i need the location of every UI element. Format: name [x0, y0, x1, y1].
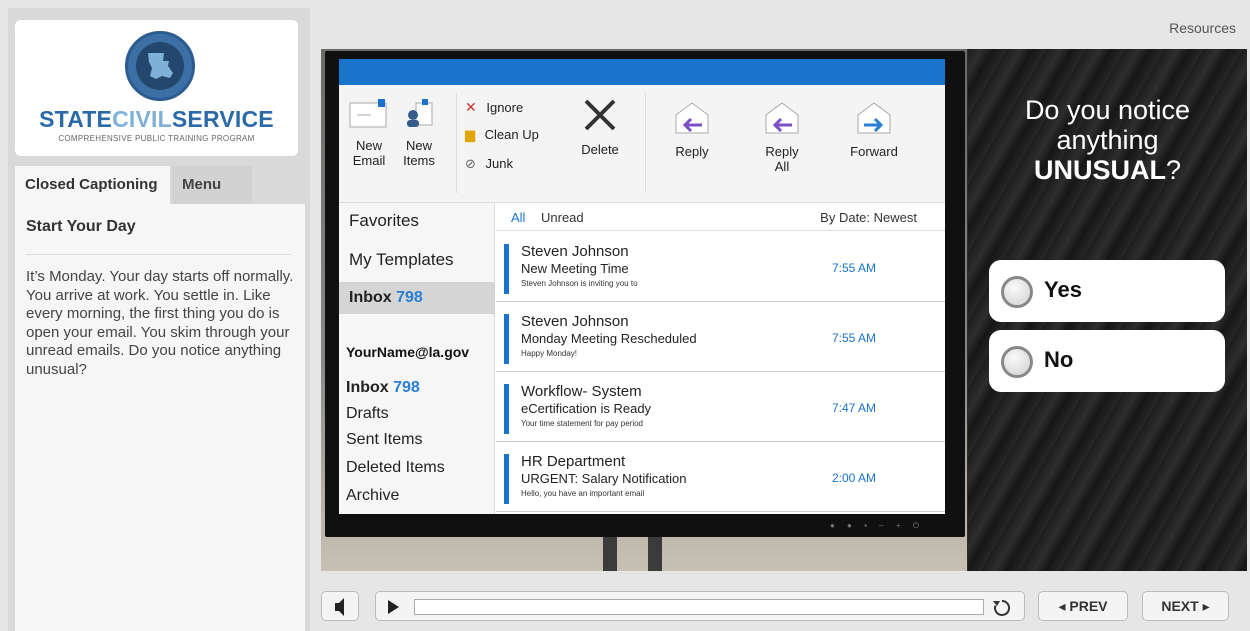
message-item[interactable]: HR Department URGENT: Salary Notificatio… [496, 442, 945, 512]
new-items-button[interactable]: New Items [401, 99, 437, 168]
folder-pane: Favorites My Templates Inbox 798 YourNam… [339, 203, 495, 514]
replay-icon[interactable] [991, 597, 1013, 619]
nav-drafts[interactable]: Drafts [346, 405, 389, 423]
message-item[interactable]: Workflow- System eCertification is Ready… [496, 372, 945, 442]
nav-inbox[interactable]: Inbox 798 [346, 379, 420, 397]
unread-marker [504, 454, 509, 504]
unread-marker [504, 384, 509, 434]
message-item[interactable]: Steven Johnson Monday Meeting Reschedule… [496, 302, 945, 372]
unread-marker [504, 244, 509, 294]
cc-title: Start Your Day [26, 218, 136, 235]
logo-subtitle: COMPREHENSIVE PUBLIC TRAINING PROGRAM [58, 134, 255, 143]
new-email-icon [349, 99, 387, 128]
message-filters: All Unread By Date: Newest [496, 203, 945, 231]
ignore-button[interactable]: ✕ Ignore [465, 99, 523, 116]
nav-favorites[interactable]: Favorites [349, 211, 419, 231]
player-controls: ◂ PREV NEXT ▸ [321, 588, 1247, 624]
monitor-stand [603, 535, 617, 571]
ignore-icon: ✕ [465, 99, 477, 115]
louisiana-seal-icon [125, 31, 195, 101]
new-email-button[interactable]: New Email [347, 99, 391, 168]
reply-all-icon [765, 102, 799, 134]
tab-menu[interactable]: Menu [172, 166, 252, 204]
monitor-buttons: ● ● ▪ ‒ + ⏻ [830, 521, 925, 530]
slide: ● ● ▪ ‒ + ⏻ New Email New Items ✕ Ignore [321, 49, 1247, 571]
account-name: YourName@la.gov [346, 344, 470, 360]
play-icon[interactable] [384, 598, 402, 616]
clean-up-icon: ▆ [465, 127, 475, 142]
volume-button[interactable] [321, 591, 359, 621]
reply-all-button[interactable]: Reply All [755, 99, 809, 174]
email-ribbon: New Email New Items ✕ Ignore ▆ Clean Up [339, 85, 945, 203]
progress-bar[interactable] [414, 599, 984, 615]
nav-archive[interactable]: Archive [346, 487, 399, 505]
nav-my-templates[interactable]: My Templates [349, 250, 454, 270]
ribbon-separator [456, 93, 457, 193]
logo: STATECIVILSERVICE COMPREHENSIVE PUBLIC T… [15, 20, 298, 156]
delete-icon [584, 99, 616, 131]
radio-button[interactable] [1001, 346, 1033, 378]
reply-button[interactable]: Reply [665, 99, 719, 159]
question-text: Do you notice anything UNUSUAL? [1024, 95, 1191, 185]
logo-title: STATECIVILSERVICE [39, 106, 274, 132]
junk-icon: ⊘ [465, 156, 476, 171]
speaker-icon [335, 598, 344, 616]
filter-all[interactable]: All [511, 210, 525, 225]
nav-sent-items[interactable]: Sent Items [346, 431, 422, 449]
divider [26, 254, 292, 255]
resources-link[interactable]: Resources [1169, 20, 1236, 36]
unread-marker [504, 314, 509, 364]
email-title-bar [339, 59, 945, 85]
monitor-stand [648, 535, 662, 571]
next-button[interactable]: NEXT ▸ [1142, 591, 1229, 621]
forward-button[interactable]: Forward [841, 99, 907, 159]
new-items-icon [407, 99, 433, 127]
email-client: New Email New Items ✕ Ignore ▆ Clean Up [339, 59, 945, 514]
answer-yes[interactable]: Yes [989, 260, 1225, 322]
forward-icon [857, 102, 891, 134]
inbox-count: 798 [393, 379, 420, 396]
filter-unread[interactable]: Unread [541, 210, 584, 225]
inbox-count: 798 [396, 289, 423, 306]
seek-bar-container [375, 591, 1025, 621]
message-item[interactable]: Steven Johnson New Meeting Time Steven J… [496, 232, 945, 302]
nav-deleted-items[interactable]: Deleted Items [346, 459, 445, 477]
monitor: ● ● ▪ ‒ + ⏻ New Email New Items ✕ Ignore [325, 51, 965, 537]
sidebar: STATECIVILSERVICE COMPREHENSIVE PUBLIC T… [8, 8, 310, 631]
cc-text: It’s Monday. Your day starts off normall… [26, 268, 294, 378]
closed-captioning-panel: Start Your Day It’s Monday. Your day sta… [15, 204, 305, 631]
question-panel: Do you notice anything UNUSUAL? Yes No [968, 49, 1247, 571]
clean-up-button[interactable]: ▆ Clean Up [465, 127, 539, 143]
junk-button[interactable]: ⊘ Junk [465, 156, 513, 172]
reply-icon [675, 102, 709, 134]
answer-no[interactable]: No [989, 330, 1225, 392]
prev-button[interactable]: ◂ PREV [1038, 591, 1128, 621]
delete-button[interactable]: Delete [573, 97, 627, 157]
sort-by-date[interactable]: By Date: Newest [820, 210, 917, 225]
radio-button[interactable] [1001, 276, 1033, 308]
ribbon-separator [645, 93, 646, 193]
message-list: All Unread By Date: Newest Steven Johnso… [496, 203, 945, 514]
tab-closed-captioning[interactable]: Closed Captioning [15, 166, 170, 204]
nav-inbox-favorite[interactable]: Inbox 798 [339, 282, 495, 314]
